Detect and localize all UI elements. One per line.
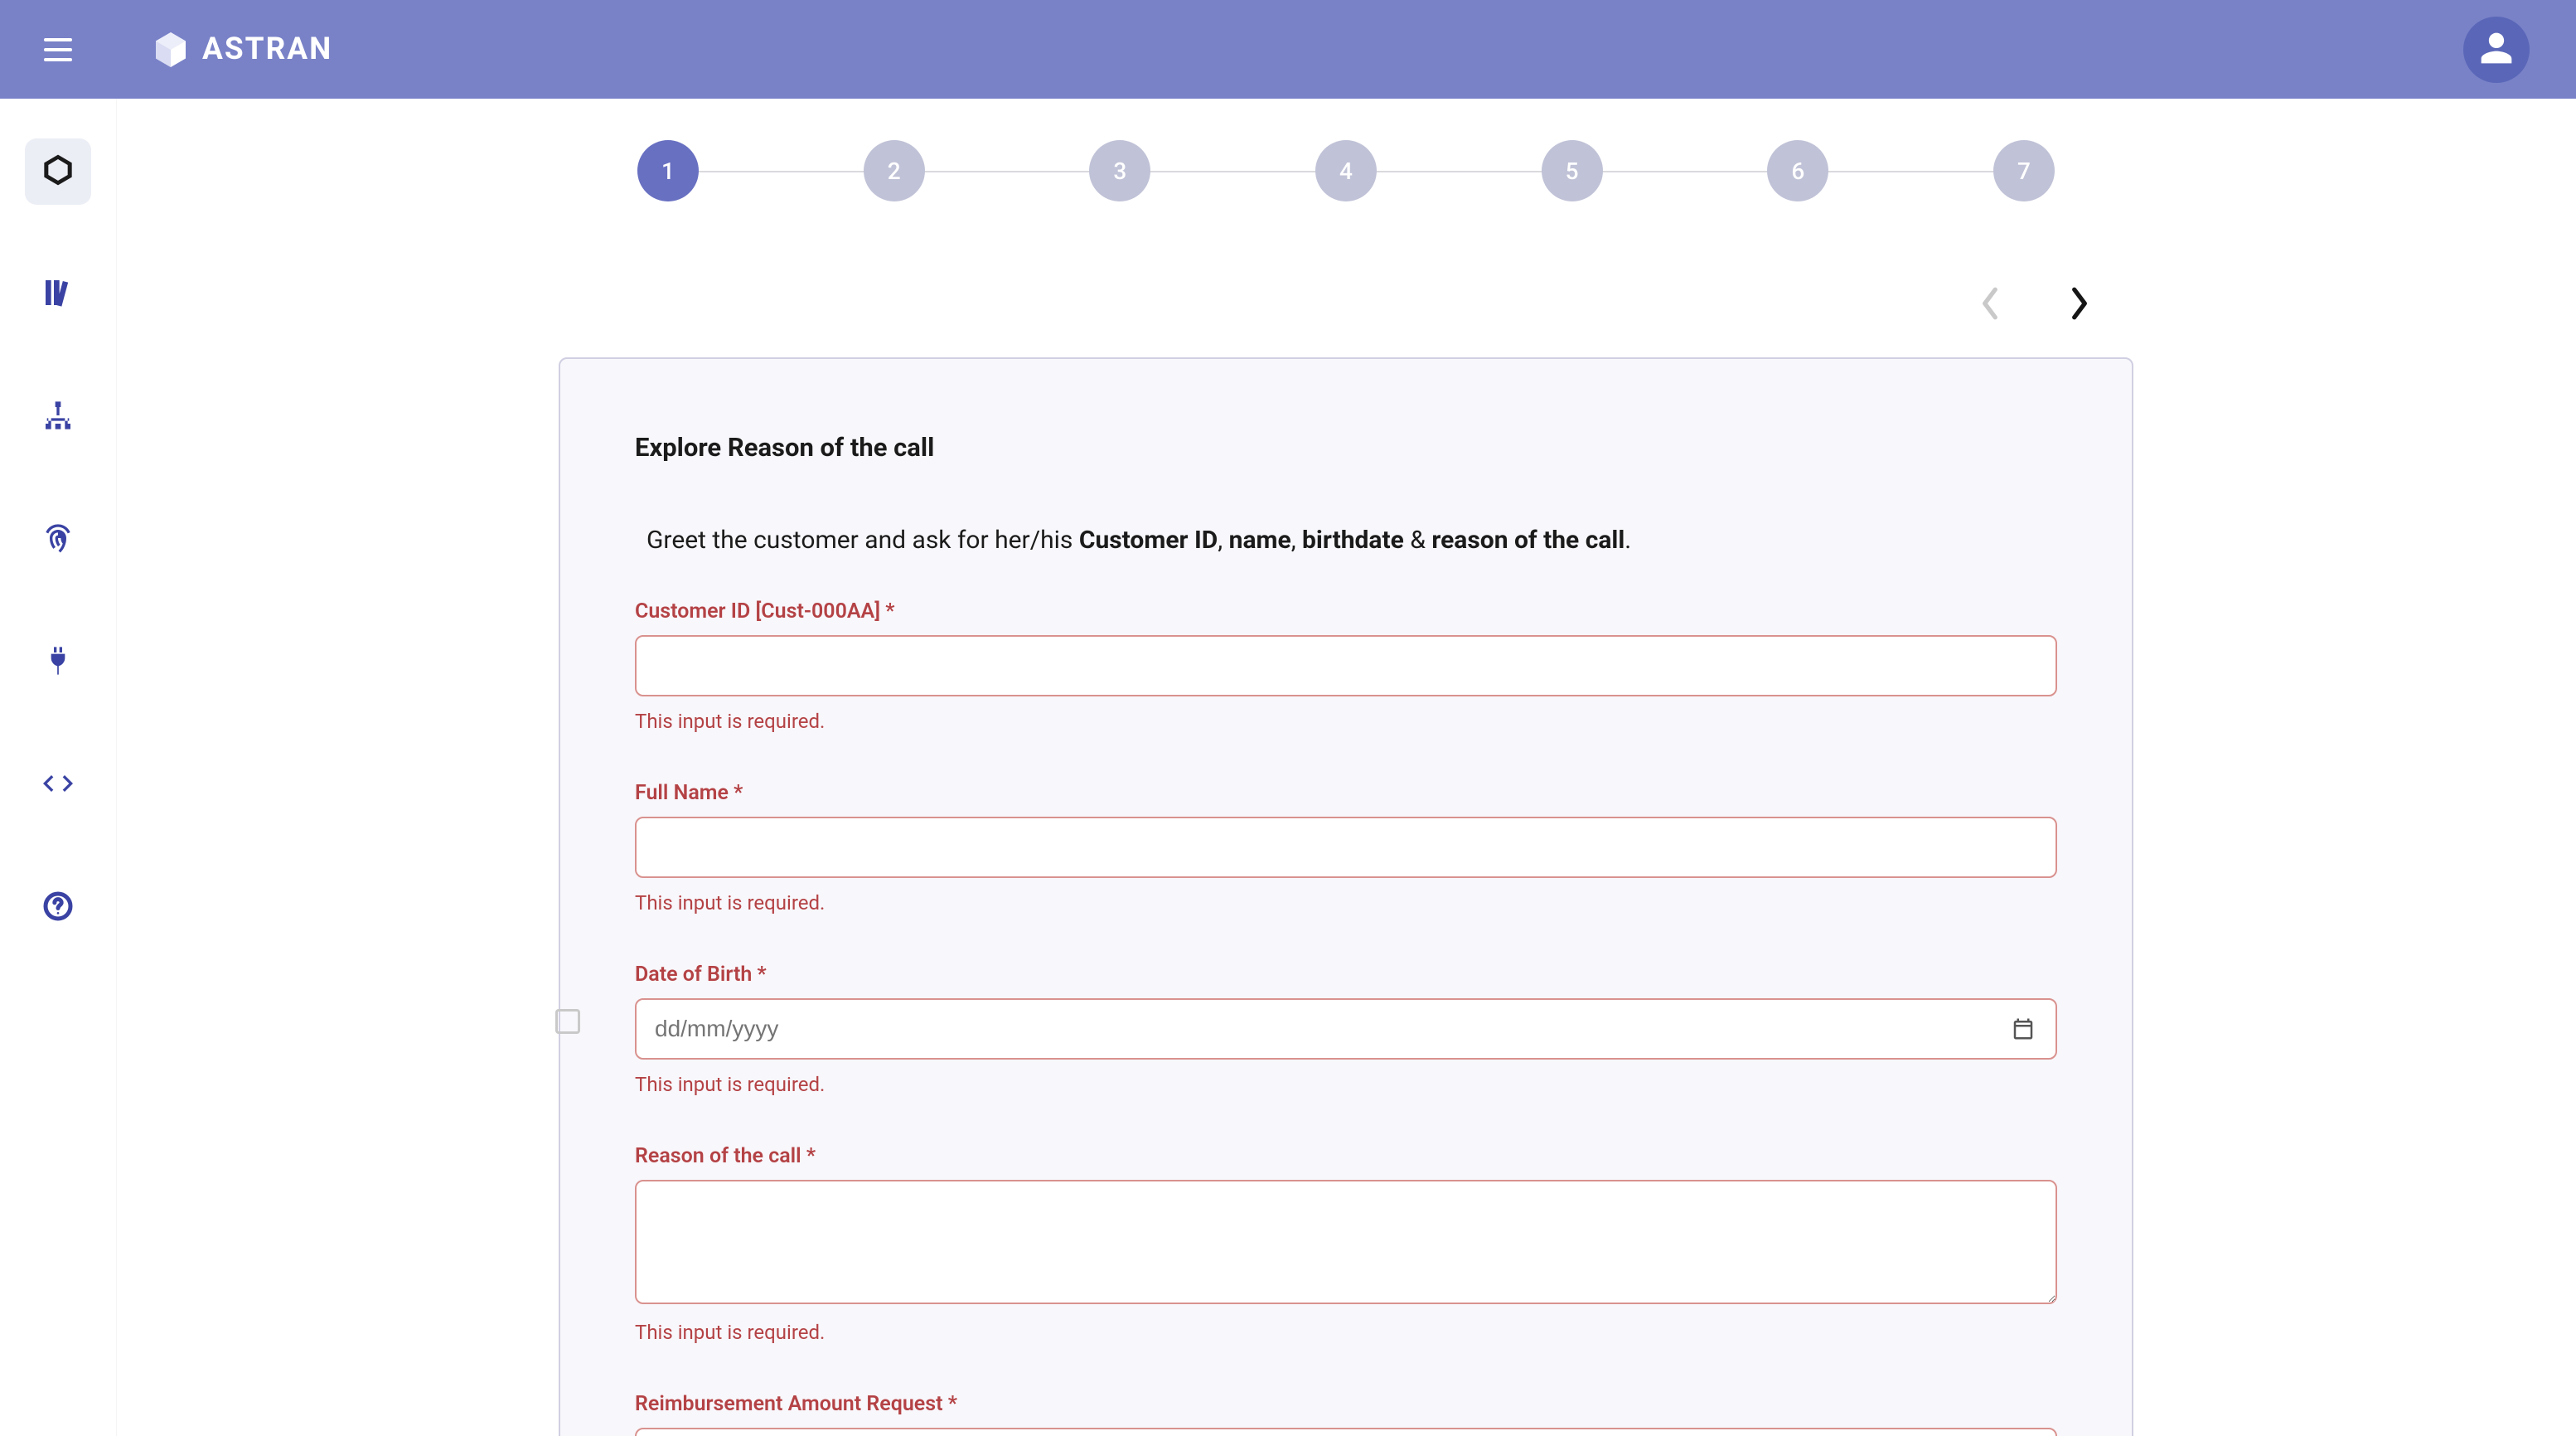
instruction-s3: & bbox=[1404, 526, 1432, 555]
step-2[interactable]: 2 bbox=[864, 140, 925, 201]
main-content: 1 2 3 4 5 6 7 bbox=[116, 99, 2576, 1436]
section-title: Explore Reason of the call bbox=[635, 432, 2057, 463]
header-right bbox=[2463, 17, 2530, 83]
full-name-input[interactable] bbox=[635, 817, 2057, 878]
sidebar-item-security[interactable] bbox=[25, 507, 91, 573]
field-reason: Reason of the call * This input is requi… bbox=[635, 1144, 2057, 1344]
sidebar-item-integrations[interactable] bbox=[25, 629, 91, 696]
profile-button[interactable] bbox=[2463, 17, 2530, 83]
sidebar-item-api[interactable] bbox=[25, 752, 91, 818]
instruction-b3: birthdate bbox=[1302, 526, 1404, 555]
field-customer-id: Customer ID [Cust-000AA] * This input is… bbox=[635, 599, 2057, 733]
field-reimbursement: Reimbursement Amount Request * This inpu… bbox=[635, 1392, 2057, 1436]
menu-toggle-button[interactable] bbox=[0, 0, 116, 99]
prev-page-button[interactable] bbox=[1978, 284, 2002, 326]
instruction-prefix: Greet the customer and ask for her/his bbox=[646, 526, 1079, 555]
sidebar-item-help[interactable] bbox=[25, 875, 91, 941]
full-name-error: This input is required. bbox=[635, 891, 2057, 914]
dob-label: Date of Birth * bbox=[635, 963, 2057, 987]
help-icon bbox=[41, 890, 75, 926]
hamburger-icon bbox=[44, 38, 72, 61]
instruction-suffix: . bbox=[1625, 526, 1631, 555]
header-left: ASTRAN bbox=[0, 0, 332, 99]
instruction-b1: Customer ID bbox=[1079, 526, 1218, 555]
chevron-left-icon bbox=[1979, 286, 2001, 324]
sidebar-item-org[interactable] bbox=[25, 384, 91, 450]
reason-label: Reason of the call * bbox=[635, 1144, 2057, 1168]
reason-error: This input is required. bbox=[635, 1321, 2057, 1344]
customer-id-error: This input is required. bbox=[635, 710, 2057, 733]
fingerprint-icon bbox=[41, 522, 75, 558]
org-chart-icon bbox=[41, 399, 75, 435]
reason-textarea[interactable] bbox=[635, 1180, 2057, 1304]
full-name-label: Full Name * bbox=[635, 781, 2057, 805]
customer-id-input[interactable] bbox=[635, 635, 2057, 696]
chevron-right-icon bbox=[2069, 286, 2090, 324]
sidebar bbox=[0, 99, 116, 1436]
cube-icon bbox=[41, 153, 75, 190]
brand-logo-icon bbox=[151, 30, 191, 70]
step-5[interactable]: 5 bbox=[1542, 140, 1603, 201]
plug-icon bbox=[41, 644, 75, 681]
customer-id-label: Customer ID [Cust-000AA] * bbox=[635, 599, 2057, 623]
form-panel: Explore Reason of the call Greet the cus… bbox=[559, 357, 2133, 1436]
step-3[interactable]: 3 bbox=[1089, 140, 1150, 201]
reimbursement-label: Reimbursement Amount Request * bbox=[635, 1392, 2057, 1416]
library-icon bbox=[41, 276, 75, 313]
app-header: ASTRAN bbox=[0, 0, 2576, 99]
dob-input[interactable] bbox=[635, 998, 2057, 1060]
field-full-name: Full Name * This input is required. bbox=[635, 781, 2057, 914]
instruction-b4: reason of the call bbox=[1431, 526, 1625, 555]
form-stepper: 1 2 3 4 5 6 7 bbox=[637, 140, 2055, 201]
sidebar-item-library[interactable] bbox=[25, 261, 91, 327]
page-nav bbox=[559, 284, 2133, 326]
next-page-button[interactable] bbox=[2067, 284, 2092, 326]
person-icon bbox=[2478, 30, 2515, 70]
dob-error: This input is required. bbox=[635, 1073, 2057, 1096]
step-7[interactable]: 7 bbox=[1993, 140, 2055, 201]
step-6[interactable]: 6 bbox=[1767, 140, 1828, 201]
brand-name: ASTRAN bbox=[202, 32, 332, 67]
scroll-area[interactable]: 1 2 3 4 5 6 7 bbox=[116, 99, 2576, 1436]
step-1[interactable]: 1 bbox=[637, 140, 699, 201]
instruction-b2: name bbox=[1229, 526, 1291, 555]
brand: ASTRAN bbox=[151, 30, 332, 70]
field-dob: Date of Birth * This input is required. bbox=[635, 963, 2057, 1096]
instruction-s1: , bbox=[1218, 526, 1228, 555]
instruction-text: Greet the customer and ask for her/his C… bbox=[635, 526, 2057, 555]
sidebar-item-hub[interactable] bbox=[25, 138, 91, 205]
code-icon bbox=[41, 767, 75, 803]
instruction-s2: , bbox=[1291, 526, 1302, 555]
reimbursement-input[interactable] bbox=[635, 1428, 2057, 1436]
field-marker-icon bbox=[555, 1009, 580, 1034]
step-4[interactable]: 4 bbox=[1315, 140, 1377, 201]
